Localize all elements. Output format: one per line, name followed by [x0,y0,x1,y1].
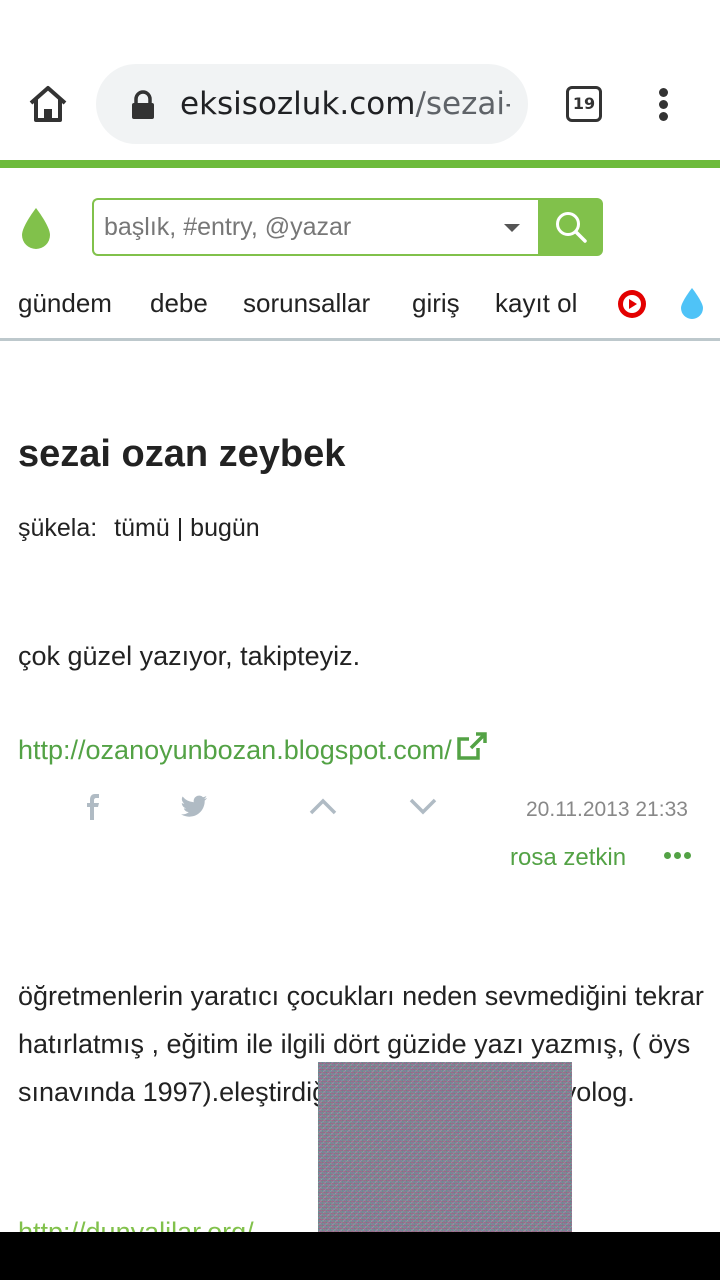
youtube-icon[interactable] [616,289,648,319]
filter-today[interactable]: bugün [190,514,260,542]
system-nav-bar [0,1232,720,1280]
nav-gundem[interactable]: gündem [18,280,112,326]
home-icon[interactable] [26,82,70,126]
nav-kayit-ol[interactable]: kayıt ol [495,280,577,326]
entry-date[interactable]: 20.11.2013 21:33 [526,796,688,824]
nav-divider [0,338,720,341]
more-vert-icon[interactable] [646,82,682,126]
water-drop-icon[interactable] [680,286,704,320]
downvote-icon[interactable] [408,796,438,820]
topic-title[interactable]: sezai ozan zeybek [18,428,345,480]
entry-link[interactable]: http://ozanoyunbozan.blogspot.com/ [18,726,488,774]
twitter-icon[interactable] [180,795,208,823]
sukela-label: şükela: [18,514,98,542]
entry-link-text[interactable]: http://ozanoyunbozan.blogspot.com/ [18,735,452,765]
address-bar[interactable]: eksisozluk.com/sezai-o [96,64,528,144]
top-nav: gündem debe sorunsallar giriş kayıt ol [0,280,720,326]
browser-toolbar: eksisozluk.com/sezai-o 19 [0,0,720,160]
lock-icon [130,90,156,120]
more-horiz-icon[interactable] [664,852,692,862]
entry-author[interactable]: rosa zetkin [510,840,626,876]
filter-separator: | [176,514,184,542]
entry-text: çok güzel yazıyor, takipteyiz. [18,641,361,671]
nav-sorunsallar[interactable]: sorunsallar [243,280,370,326]
sukela-filter: şükela: tümü | bugün [18,510,260,546]
nav-debe[interactable]: debe [150,280,208,326]
upvote-icon[interactable] [308,796,338,820]
external-link-icon [457,732,487,760]
dropdown-caret-icon[interactable] [504,224,520,232]
tabs-icon[interactable]: 19 [566,86,602,122]
logo-drop-icon[interactable] [20,206,52,250]
nav-giris[interactable]: giriş [412,280,460,326]
url-path: /sezai-o [415,86,510,122]
search-input[interactable] [104,200,484,254]
filter-all[interactable]: tümü [114,514,170,542]
facebook-icon[interactable] [84,794,102,824]
search-button[interactable] [538,198,603,256]
url-text: eksisozluk.com/sezai-o [180,84,510,124]
site-accent-bar [0,160,720,168]
search-icon [556,212,587,243]
url-domain: eksisozluk.com [180,86,416,122]
search-box [92,198,538,256]
